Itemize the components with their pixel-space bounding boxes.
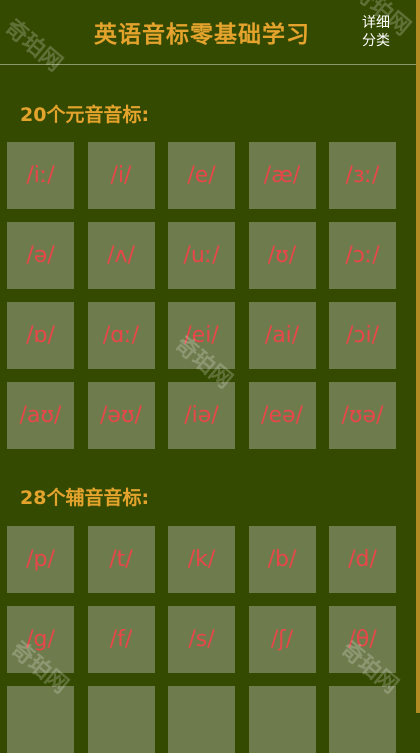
phonetic-symbol-button[interactable]: /θ/ (329, 606, 396, 673)
phonetic-symbol-button[interactable]: /b/ (248, 526, 316, 593)
phonetic-symbol-button[interactable] (87, 686, 155, 753)
phonetic-symbol-button[interactable]: /ʊə/ (329, 382, 396, 449)
phonetic-symbol-button[interactable] (248, 686, 316, 753)
detail-category-label: 详细 分类 (362, 15, 390, 49)
phonetic-symbol-button[interactable]: /s/ (168, 606, 235, 673)
phonetic-symbol-button[interactable] (168, 686, 235, 753)
phonetic-symbol-button[interactable]: /ei/ (168, 302, 235, 369)
phonetic-symbol-button[interactable]: /d/ (329, 526, 396, 593)
phonetic-symbol-button[interactable]: /ʃ/ (248, 606, 316, 673)
page-title: 英语音标零基础学习 (94, 22, 310, 48)
phonetic-symbol-button[interactable]: /f/ (87, 606, 155, 673)
phonetic-symbol-button[interactable]: /ɔi/ (329, 302, 396, 369)
phonetic-symbol-button[interactable]: /ʊ/ (248, 222, 316, 289)
phonetic-symbol-button[interactable]: /t/ (87, 526, 155, 593)
phonetic-symbol-button[interactable]: /ɔː/ (329, 222, 396, 289)
phonetic-symbol-button[interactable]: /ai/ (248, 302, 316, 369)
detail-category-button[interactable]: 详细 分类 (356, 14, 396, 50)
phonetic-symbol-button[interactable]: /e/ (168, 142, 235, 209)
phonetic-symbol-button[interactable]: /p/ (7, 526, 74, 593)
phonetic-symbol-button[interactable] (7, 686, 74, 753)
phonetic-symbol-button[interactable]: /eə/ (248, 382, 316, 449)
phonetic-symbol-button[interactable]: /əʊ/ (87, 382, 155, 449)
phonetic-symbol-button[interactable]: /uː/ (168, 222, 235, 289)
phonetic-symbol-button[interactable] (329, 686, 396, 753)
phonetic-symbol-button[interactable]: /æ/ (248, 142, 316, 209)
phonetic-symbol-button[interactable]: /ɜː/ (329, 142, 396, 209)
consonant-grid: /p//t//k//b//d/ /g//f//s//ʃ//θ/ (7, 526, 396, 753)
phonetic-symbol-button[interactable]: /iə/ (168, 382, 235, 449)
phonetic-symbol-button[interactable]: /ə/ (7, 222, 74, 289)
app-header: 英语音标零基础学习 详细 分类 (0, 0, 416, 65)
phonetic-symbol-button[interactable]: /iː/ (7, 142, 74, 209)
phonetic-symbol-button[interactable]: /ɑː/ (87, 302, 155, 369)
consonant-section-title: 28个辅音音标: (20, 487, 150, 509)
phonetic-symbol-button[interactable]: /i/ (87, 142, 155, 209)
vowel-section-title: 20个元音音标: (20, 104, 150, 126)
right-edge-bar (416, 0, 420, 713)
phonetic-symbol-button[interactable]: /g/ (7, 606, 74, 673)
vowel-grid: /iː//i//e//æ//ɜː/ /ə//ʌ//uː//ʊ//ɔː/ /ɒ//ɑː… (7, 142, 396, 449)
phonetic-symbol-button[interactable]: /aʊ/ (7, 382, 74, 449)
phonetic-symbol-button[interactable]: /k/ (168, 526, 235, 593)
phonetic-symbol-button[interactable]: /ʌ/ (87, 222, 155, 289)
phonetic-symbol-button[interactable]: /ɒ/ (7, 302, 74, 369)
